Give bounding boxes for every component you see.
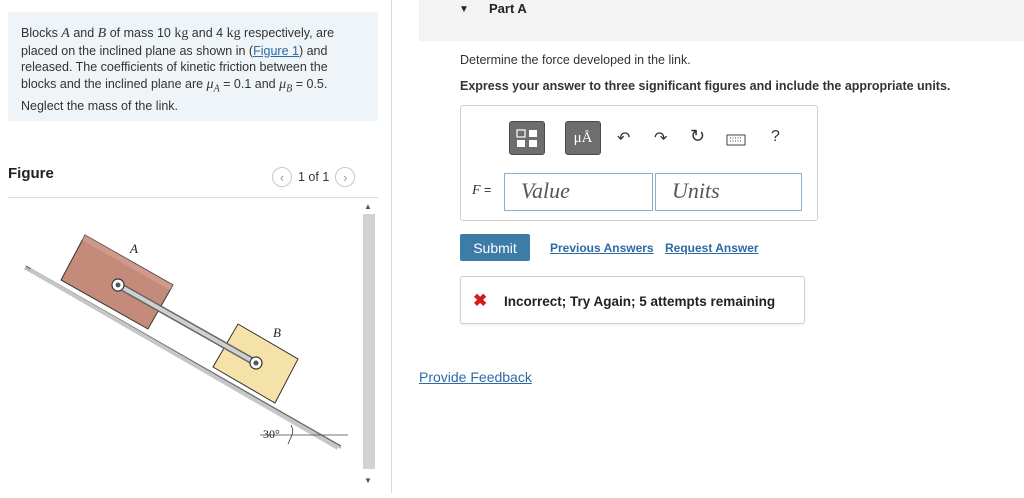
- request-answer-link[interactable]: Request Answer: [665, 241, 759, 255]
- previous-answers-link[interactable]: Previous Answers: [550, 241, 654, 255]
- templates-icon: [516, 129, 537, 147]
- angle-label: 30°: [263, 427, 280, 441]
- figure-pager: ‹ 1 of 1 ›: [272, 166, 356, 188]
- figure-link[interactable]: Figure 1: [253, 44, 299, 58]
- figure-scrollbar[interactable]: ▲ ▼: [361, 200, 377, 493]
- chevron-right-icon[interactable]: ›: [335, 167, 356, 187]
- help-icon[interactable]: ?: [771, 128, 780, 146]
- scrollbar-thumb[interactable]: [363, 214, 375, 469]
- reset-icon[interactable]: ↻: [690, 126, 705, 147]
- left-panel: Blocks A and B of mass 10 kg and 4 kg re…: [0, 0, 392, 493]
- label-b: B: [273, 325, 281, 340]
- part-header[interactable]: ▼ Part A: [419, 0, 1024, 41]
- answer-box: μÅ ↶ ↷ ↻ ? F = Value Units: [460, 105, 818, 221]
- redo-icon[interactable]: ↷: [654, 128, 667, 148]
- units-button[interactable]: μÅ: [565, 121, 601, 155]
- feedback-box: ✖ Incorrect; Try Again; 5 attempts remai…: [460, 276, 805, 324]
- keyboard-icon[interactable]: [726, 134, 746, 146]
- problem-statement: Blocks A and B of mass 10 kg and 4 kg re…: [8, 12, 378, 121]
- label-a: A: [129, 241, 138, 256]
- instruction-text: Express your answer to three significant…: [460, 79, 951, 93]
- question-text: Determine the force developed in the lin…: [460, 53, 691, 67]
- right-panel: ▼ Part A Determine the force developed i…: [392, 0, 1024, 493]
- figure-title: Figure: [8, 165, 54, 182]
- incline-diagram: A B 30°: [24, 234, 348, 450]
- chevron-left-icon[interactable]: ‹: [272, 167, 292, 187]
- units-input[interactable]: Units: [655, 173, 802, 211]
- answer-variable-label: F =: [472, 183, 492, 198]
- scroll-up-icon[interactable]: ▲: [364, 202, 372, 211]
- scroll-down-icon[interactable]: ▼: [364, 476, 372, 485]
- undo-icon[interactable]: ↶: [617, 128, 630, 148]
- value-input[interactable]: Value: [504, 173, 653, 211]
- incorrect-icon: ✖: [473, 291, 488, 310]
- figure-diagram: A B 30°: [8, 198, 360, 493]
- figure-page-count: 1 of 1: [298, 170, 330, 184]
- templates-button[interactable]: [509, 121, 545, 155]
- provide-feedback-link[interactable]: Provide Feedback: [419, 369, 532, 385]
- feedback-text: Incorrect; Try Again; 5 attempts remaini…: [504, 294, 776, 309]
- submit-button[interactable]: Submit: [460, 234, 530, 261]
- caret-down-icon[interactable]: ▼: [459, 4, 469, 15]
- part-title: Part A: [489, 1, 527, 16]
